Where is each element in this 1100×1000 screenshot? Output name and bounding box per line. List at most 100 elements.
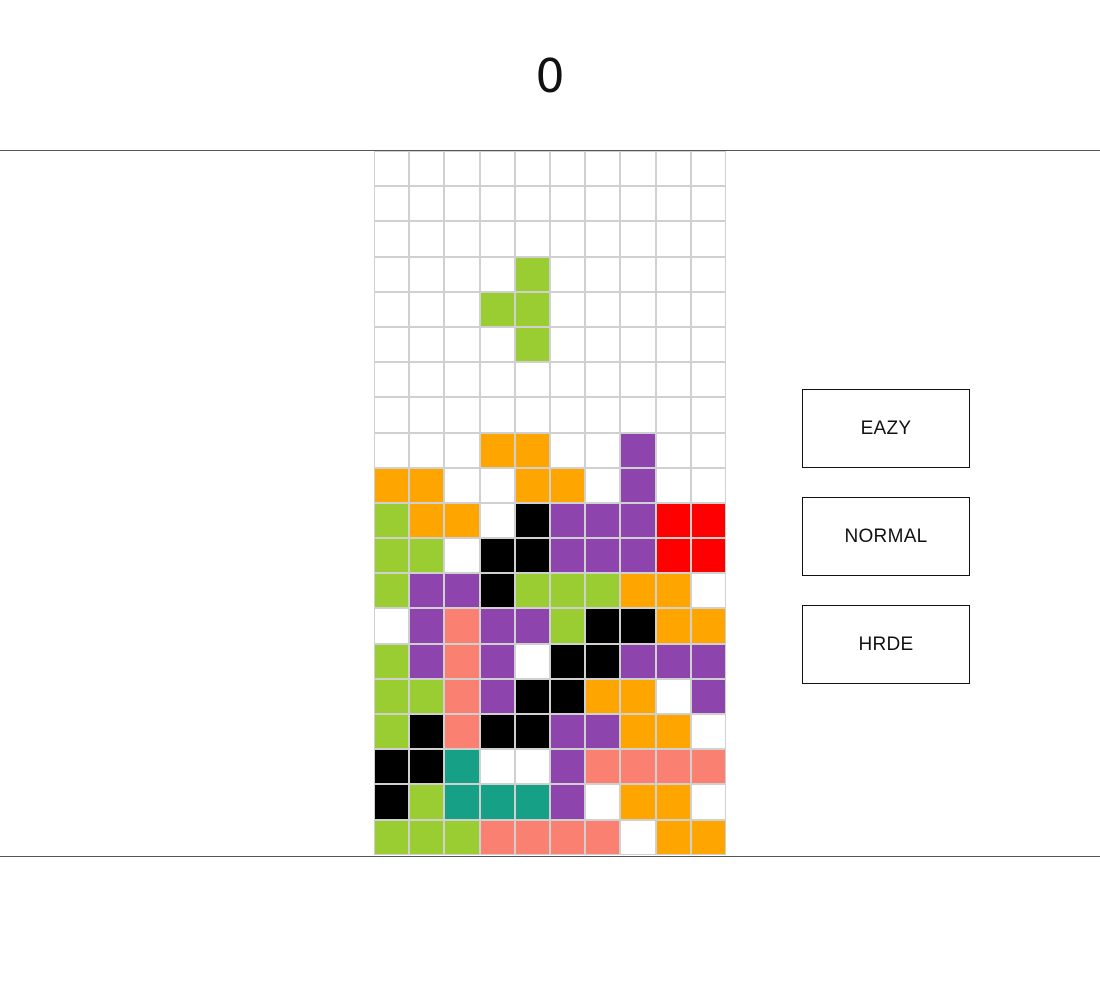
board-cell-block (655, 573, 691, 609)
board-cell-empty (374, 362, 410, 398)
board-cell-block (690, 608, 726, 644)
hard-button[interactable]: HRDE (802, 605, 970, 684)
board-cell-empty (514, 397, 550, 433)
board-cell-block (374, 819, 410, 855)
board-cell-empty (444, 432, 480, 468)
board-cell-empty (620, 186, 656, 222)
board-cell-block (690, 819, 726, 855)
board-cell-block (549, 643, 586, 679)
board-cell-empty (585, 291, 621, 327)
board-cell-empty (549, 432, 586, 468)
board-cell-block (514, 256, 550, 292)
board-cell-empty (690, 256, 726, 292)
board-cell-empty (479, 467, 515, 503)
board-cell-block (655, 608, 691, 644)
board-cell-block (549, 608, 586, 644)
bottom-divider (0, 856, 1100, 857)
board-cell-empty (655, 151, 691, 187)
board-cell-block (444, 714, 480, 750)
board-cell-empty (479, 221, 515, 257)
board-cell-block (479, 432, 515, 468)
board-cell-block (409, 819, 445, 855)
board-cell-empty (444, 186, 480, 222)
board-cell-block (374, 678, 410, 714)
board-cell-block (444, 502, 480, 539)
game-board[interactable] (374, 151, 728, 857)
board-cell-empty (585, 256, 621, 292)
board-cell-empty (444, 397, 480, 433)
board-cell-empty (690, 714, 726, 750)
board-cell-empty (374, 608, 410, 644)
board-cell-empty (585, 186, 621, 222)
board-cell-empty (620, 326, 656, 363)
board-cell-empty (514, 362, 550, 398)
board-cell-block (620, 643, 656, 679)
board-cell-empty (655, 186, 691, 222)
board-cell-block (479, 608, 515, 644)
normal-button[interactable]: NORMAL (802, 497, 970, 576)
board-cell-empty (690, 784, 726, 820)
board-cell-block (620, 678, 656, 714)
board-cell-block (409, 784, 445, 820)
board-cell-block (549, 467, 586, 503)
board-cell-empty (585, 221, 621, 257)
board-cell-block (444, 608, 480, 644)
board-cell-block (620, 573, 656, 609)
board-cell-block (514, 502, 550, 539)
board-cell-block (514, 573, 550, 609)
board-cell-empty (585, 432, 621, 468)
board-cell-empty (690, 151, 726, 187)
board-cell-block (514, 326, 550, 363)
board-cell-empty (374, 432, 410, 468)
board-cell-block (655, 502, 691, 539)
board-cell-empty (690, 291, 726, 327)
board-cell-block (514, 678, 550, 714)
board-cell-block (690, 749, 726, 785)
board-cell-block (549, 573, 586, 609)
board-cell-empty (409, 326, 445, 363)
board-cell-empty (620, 362, 656, 398)
board-cell-block (620, 538, 656, 574)
board-cell-block (409, 467, 445, 503)
board-cell-block (620, 502, 656, 539)
board-cell-block (690, 538, 726, 574)
board-cell-empty (655, 678, 691, 714)
board-cell-empty (655, 432, 691, 468)
board-cell-block (514, 819, 550, 855)
board-cell-empty (549, 326, 586, 363)
board-cell-block (690, 678, 726, 714)
board-cell-empty (479, 151, 515, 187)
board-cell-empty (690, 186, 726, 222)
board-cell-empty (655, 256, 691, 292)
board-cell-block (655, 538, 691, 574)
board-cell-empty (549, 362, 586, 398)
board-cell-empty (620, 291, 656, 327)
board-cell-empty (374, 221, 410, 257)
board-cell-block (409, 608, 445, 644)
board-cell-empty (374, 151, 410, 187)
board-cell-block (549, 784, 586, 820)
board-cell-block (549, 538, 586, 574)
board-cell-block (409, 714, 445, 750)
board-cell-block (479, 573, 515, 609)
board-cell-block (479, 538, 515, 574)
easy-button[interactable]: EAZY (802, 389, 970, 468)
board-cell-block (374, 714, 410, 750)
board-cell-block (479, 714, 515, 750)
board-cell-empty (444, 221, 480, 257)
board-cell-empty (585, 151, 621, 187)
board-cell-block (585, 538, 621, 574)
board-cell-block (549, 502, 586, 539)
board-cell-empty (479, 256, 515, 292)
board-cell-block (514, 784, 550, 820)
board-cell-empty (444, 151, 480, 187)
board-cell-block (374, 502, 410, 539)
board-cell-empty (585, 326, 621, 363)
game-screen: 0 EAZY NORMAL HRDE (0, 0, 1100, 1000)
board-cell-block (514, 291, 550, 327)
board-cell-block (585, 502, 621, 539)
board-cell-empty (690, 362, 726, 398)
board-cell-block (444, 819, 480, 855)
board-cell-block (409, 643, 445, 679)
board-cell-empty (374, 397, 410, 433)
